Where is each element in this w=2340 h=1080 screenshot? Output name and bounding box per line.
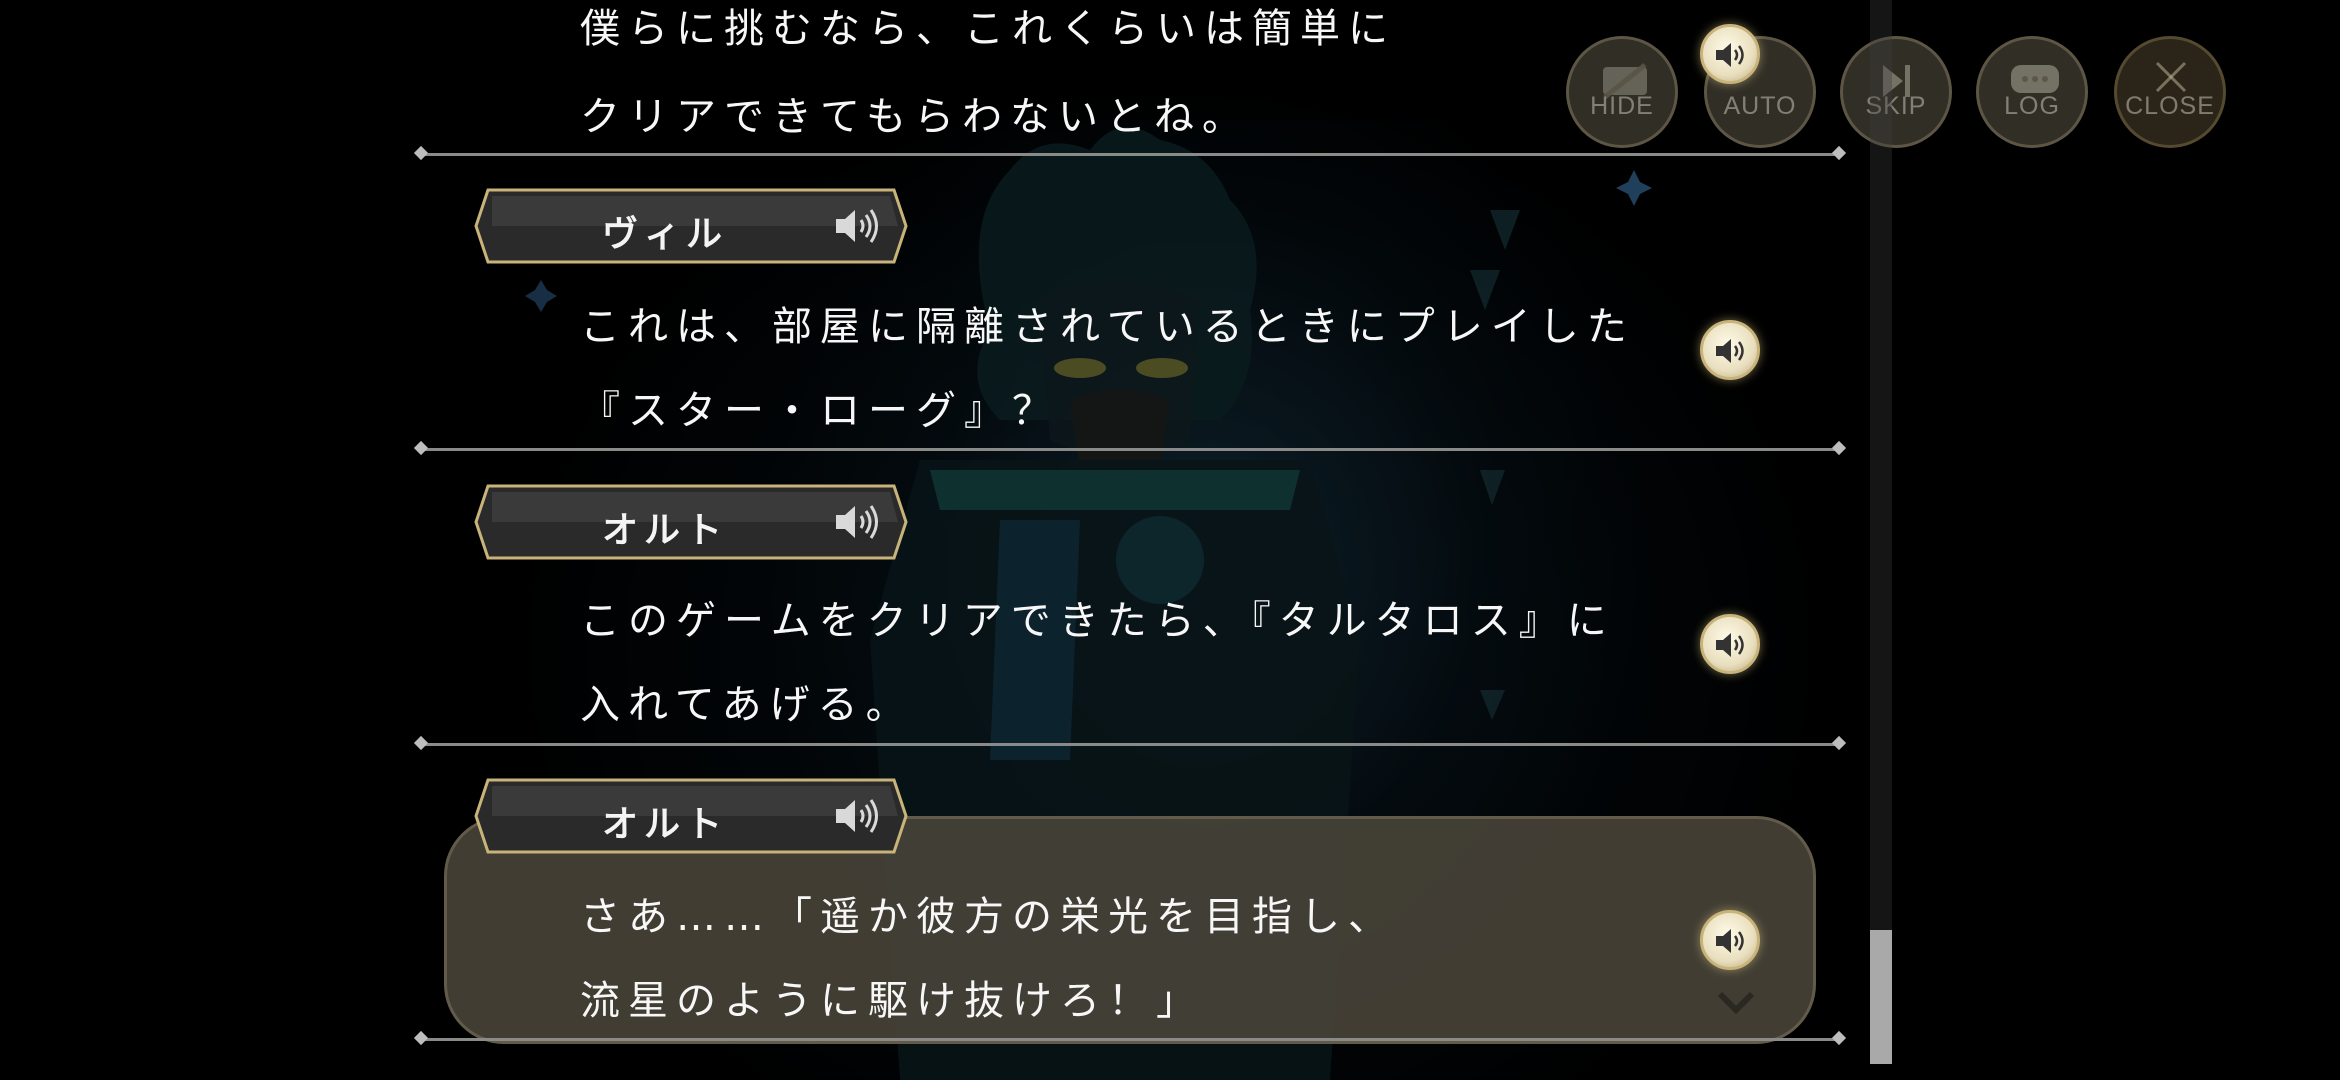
close-label: CLOSE (2125, 92, 2215, 120)
voice-play-icon (1716, 339, 1744, 363)
scrollbar-thumb[interactable] (1870, 930, 1892, 1064)
speaker-icon[interactable] (834, 502, 880, 542)
log-line: このゲームをクリアできたら、『タルタロス』に (580, 598, 1615, 644)
entry-separator (420, 448, 1840, 451)
entry-separator (420, 1038, 1840, 1041)
log-line: 入れてあげる。 (580, 682, 914, 728)
scrollbar-track[interactable] (1870, 0, 1892, 1064)
speaker-icon[interactable] (834, 206, 880, 246)
log-line: クリアできてもらわないとね。 (580, 94, 1250, 140)
log-label: LOG (2004, 92, 2060, 120)
entry-separator (420, 153, 1840, 156)
voice-play-icon (1716, 633, 1744, 657)
auto-label: AUTO (1723, 92, 1797, 120)
log-line: さあ……「遥か彼方の栄光を目指し、 (580, 894, 1396, 940)
skip-button[interactable]: SKIP (1840, 36, 1952, 148)
voice-play-icon (1716, 43, 1744, 67)
speaker-nameplate: ヴィル (474, 188, 908, 264)
voice-play-button[interactable] (1700, 614, 1760, 674)
speaker-name: オルト (602, 510, 729, 551)
voice-play-button[interactable] (1700, 320, 1760, 380)
log-button[interactable]: LOG (1976, 36, 2088, 148)
speaker-icon[interactable] (834, 796, 880, 836)
speaker-name: オルト (602, 804, 729, 845)
speaker-nameplate: オルト (474, 484, 908, 560)
voice-play-button[interactable] (1700, 24, 1760, 84)
voice-play-button[interactable] (1700, 910, 1760, 970)
log-line: これは、部屋に隔離されているときにプレイした (580, 304, 1635, 350)
hide-label: HIDE (1590, 92, 1654, 120)
chevron-down-icon (1717, 991, 1755, 1015)
log-line: 僕らに挑むなら、これくらいは簡単に (580, 6, 1396, 52)
speaker-name: ヴィル (602, 214, 729, 255)
entry-separator (420, 743, 1840, 746)
speaker-nameplate: オルト (474, 778, 908, 854)
voice-play-icon (1716, 929, 1744, 953)
log-line: 『スター・ローグ』？ (580, 388, 1060, 434)
log-line: 流星のように駆け抜けろ！」 (580, 978, 1204, 1024)
close-button[interactable]: CLOSE (2114, 36, 2226, 148)
hide-button[interactable]: HIDE (1566, 36, 1678, 148)
skip-label: SKIP (1865, 92, 1927, 120)
